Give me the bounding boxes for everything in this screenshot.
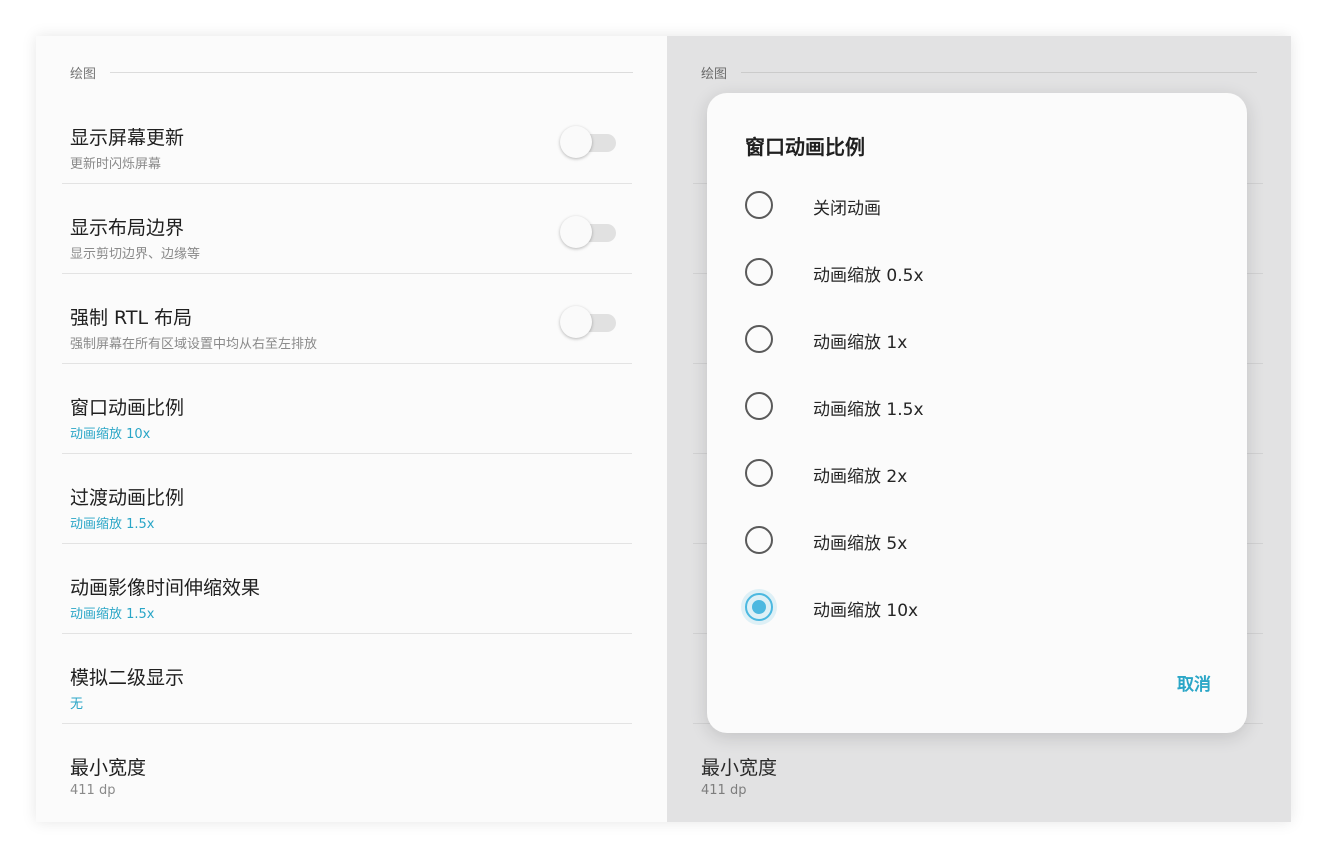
setting-summary: 动画缩放 1.5x bbox=[70, 517, 155, 532]
radio-option-label: 动画缩放 10x bbox=[813, 601, 919, 621]
section-header-label: 绘图 bbox=[701, 66, 728, 82]
setting-animator-duration-scale[interactable]: 动画影像时间伸缩效果 动画缩放 1.5x bbox=[62, 545, 632, 634]
setting-title: 最小宽度 bbox=[701, 757, 778, 779]
setting-title: 模拟二级显示 bbox=[70, 667, 185, 689]
window-animation-scale-dialog: 窗口动画比例 关闭动画 动画缩放 0.5x 动画缩放 1x 动画缩放 1.5x … bbox=[707, 93, 1247, 733]
cancel-button[interactable]: 取消 bbox=[1177, 670, 1211, 695]
section-divider bbox=[741, 71, 1257, 73]
setting-title: 动画影像时间伸缩效果 bbox=[70, 577, 261, 599]
setting-summary: 411 dp bbox=[701, 783, 747, 798]
radio-option[interactable]: 动画缩放 0.5x bbox=[745, 250, 1215, 300]
toggle-switch[interactable] bbox=[560, 125, 618, 159]
radio-option-selected[interactable]: 动画缩放 10x bbox=[741, 585, 1215, 635]
radio-option-label: 关闭动画 bbox=[813, 199, 881, 219]
setting-title: 显示屏幕更新 bbox=[70, 127, 185, 149]
radio-option[interactable]: 动画缩放 2x bbox=[745, 451, 1215, 501]
toggle-switch[interactable] bbox=[560, 215, 618, 249]
setting-title: 窗口动画比例 bbox=[70, 397, 185, 419]
radio-button[interactable] bbox=[745, 459, 773, 487]
screenshot-frame: 绘图 显示屏幕更新 更新时闪烁屏幕 显示布局边界 显示剪切边界、边缘等 强制 R… bbox=[36, 36, 1291, 822]
setting-title: 显示布局边界 bbox=[70, 217, 185, 239]
radio-option[interactable]: 动画缩放 5x bbox=[745, 518, 1215, 568]
setting-smallest-width: 最小宽度 411 dp bbox=[693, 725, 1263, 814]
radio-option[interactable]: 关闭动画 bbox=[745, 183, 1215, 233]
section-divider bbox=[110, 71, 633, 73]
radio-option[interactable]: 动画缩放 1.5x bbox=[745, 384, 1215, 434]
setting-simulate-secondary-display[interactable]: 模拟二级显示 无 bbox=[62, 635, 632, 724]
setting-transition-animation-scale[interactable]: 过渡动画比例 动画缩放 1.5x bbox=[62, 455, 632, 544]
setting-force-rtl-layout[interactable]: 强制 RTL 布局 强制屏幕在所有区域设置中均从右至左排放 bbox=[62, 275, 632, 364]
setting-title: 最小宽度 bbox=[70, 757, 147, 779]
radio-dot bbox=[752, 600, 766, 614]
section-header-label: 绘图 bbox=[70, 66, 97, 82]
radio-option-label: 动画缩放 1x bbox=[813, 333, 908, 353]
setting-show-layout-bounds[interactable]: 显示布局边界 显示剪切边界、边缘等 bbox=[62, 185, 632, 274]
radio-button[interactable] bbox=[745, 191, 773, 219]
setting-title: 强制 RTL 布局 bbox=[70, 307, 193, 329]
setting-show-screen-updates[interactable]: 显示屏幕更新 更新时闪烁屏幕 bbox=[62, 95, 632, 184]
radio-option[interactable]: 动画缩放 1x bbox=[745, 317, 1215, 367]
radio-button[interactable] bbox=[745, 325, 773, 353]
setting-summary: 显示剪切边界、边缘等 bbox=[70, 247, 201, 262]
radio-button[interactable] bbox=[745, 258, 773, 286]
settings-panel-left: 绘图 显示屏幕更新 更新时闪烁屏幕 显示布局边界 显示剪切边界、边缘等 强制 R… bbox=[36, 36, 667, 822]
radio-option-label: 动画缩放 2x bbox=[813, 467, 908, 487]
setting-smallest-width[interactable]: 最小宽度 411 dp bbox=[62, 725, 632, 814]
toggle-switch[interactable] bbox=[560, 305, 618, 339]
dialog-title: 窗口动画比例 bbox=[745, 135, 865, 159]
radio-button[interactable] bbox=[745, 526, 773, 554]
radio-option-label: 动画缩放 0.5x bbox=[813, 266, 924, 286]
radio-option-label: 动画缩放 1.5x bbox=[813, 400, 924, 420]
radio-button-checked[interactable] bbox=[741, 589, 777, 625]
setting-summary: 动画缩放 10x bbox=[70, 427, 151, 442]
section-header: 绘图 bbox=[701, 60, 1257, 84]
setting-summary: 无 bbox=[70, 697, 84, 712]
setting-summary: 动画缩放 1.5x bbox=[70, 607, 155, 622]
section-header: 绘图 bbox=[70, 60, 633, 84]
radio-button[interactable] bbox=[745, 392, 773, 420]
setting-window-animation-scale[interactable]: 窗口动画比例 动画缩放 10x bbox=[62, 365, 632, 454]
radio-option-label: 动画缩放 5x bbox=[813, 534, 908, 554]
setting-summary: 强制屏幕在所有区域设置中均从右至左排放 bbox=[70, 337, 318, 352]
setting-title: 过渡动画比例 bbox=[70, 487, 185, 509]
setting-summary: 更新时闪烁屏幕 bbox=[70, 157, 162, 172]
setting-summary: 411 dp bbox=[70, 783, 116, 798]
